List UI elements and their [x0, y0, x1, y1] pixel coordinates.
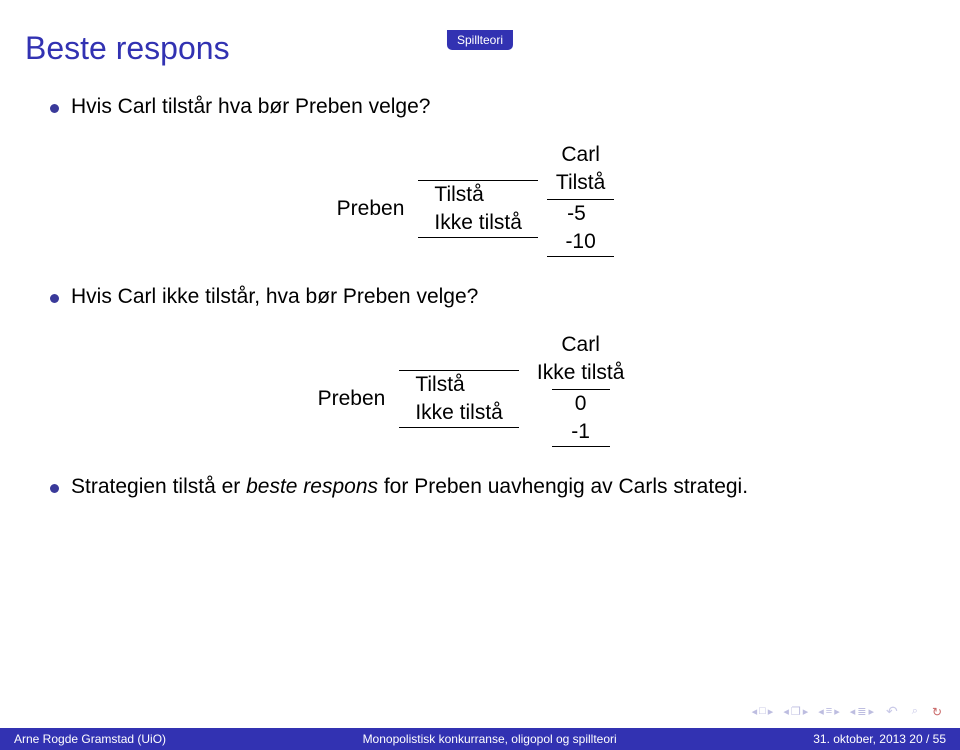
nav-back-icon[interactable]: ↶ — [886, 703, 898, 720]
game-table-2: Preben Tilstå Ikke tilstå Carl Ikke tils… — [50, 333, 910, 447]
table1-cell-1: -5 — [547, 200, 605, 228]
bullet-1: Hvis Carl tilstår hva bør Preben velge? — [50, 95, 910, 119]
nav-slide-prev-icon[interactable]: ◂ — [850, 705, 856, 718]
footer-title: Monopolistisk konkurranse, oligopol og s… — [166, 732, 813, 746]
nav-refresh-icon[interactable]: ↻ — [932, 705, 942, 719]
table2-cell-1: 0 — [552, 390, 610, 418]
bullet-icon — [50, 104, 59, 113]
bullet-3: Strategien tilstå er beste respons for P… — [50, 475, 910, 499]
nav-sec-next-icon[interactable]: ▸ — [834, 705, 840, 718]
nav-frame-next-icon[interactable]: ▸ — [768, 705, 774, 718]
game-table-1: Preben Tilstå Ikke tilstå Carl Tilstå -5… — [50, 143, 910, 257]
table1-col-header: Tilstå — [538, 169, 623, 199]
table2-cell-2: -1 — [552, 418, 610, 446]
footer: Arne Rogde Gramstad (UiO) Monopolistisk … — [0, 728, 960, 750]
preben-label: Preben — [318, 387, 386, 411]
bullet-1-text: Hvis Carl tilstår hva bør Preben velge? — [71, 95, 430, 119]
section-tab: Spillteori — [447, 30, 513, 50]
content-area: Hvis Carl tilstår hva bør Preben velge? … — [50, 95, 910, 499]
footer-page: 31. oktober, 2013 20 / 55 — [813, 732, 946, 746]
nav-sub-doc-icon[interactable]: ❐ — [791, 705, 801, 718]
table2-col-header: Ikke tilstå — [519, 359, 643, 389]
table2-row2-label: Ikke tilstå — [399, 399, 519, 427]
nav-sec-prev-icon[interactable]: ◂ — [818, 705, 824, 718]
bullet-3-part1: Strategien tilstå er — [71, 475, 246, 498]
nav-slide-next-icon[interactable]: ▸ — [869, 705, 875, 718]
table1-cell-2: -10 — [547, 228, 613, 256]
nav-slide-lines-icon[interactable]: ≣ — [857, 705, 866, 718]
bullet-3-part2: for Preben uavhengig av Carls strategi. — [378, 475, 748, 498]
nav-search-icon[interactable]: ⌕ — [912, 705, 918, 718]
carl-label: Carl — [561, 143, 600, 167]
nav-section-group: ◂ ≡ ▸ — [818, 705, 839, 718]
bullet-3-italic: beste respons — [246, 475, 378, 498]
nav-frame-group: ◂ □ ▸ — [752, 705, 774, 718]
table2-row1-label: Tilstå — [399, 371, 519, 399]
nav-sec-lines-icon[interactable]: ≡ — [826, 705, 832, 718]
nav-frame-prev-icon[interactable]: ◂ — [752, 705, 758, 718]
bullet-2: Hvis Carl ikke tilstår, hva bør Preben v… — [50, 285, 910, 309]
bullet-icon — [50, 484, 59, 493]
nav-subframe-group: ◂ ❐ ▸ — [783, 705, 808, 718]
nav-slide-group: ◂ ≣ ▸ — [850, 705, 874, 718]
nav-sub-prev-icon[interactable]: ◂ — [783, 705, 789, 718]
carl-label: Carl — [561, 333, 600, 357]
table1-row1-label: Tilstå — [418, 181, 538, 209]
footer-author: Arne Rogde Gramstad (UiO) — [14, 732, 166, 746]
nav-sub-next-icon[interactable]: ▸ — [803, 705, 809, 718]
bullet-icon — [50, 294, 59, 303]
nav-frame-box-icon[interactable]: □ — [759, 705, 766, 718]
nav-controls: ◂ □ ▸ ◂ ❐ ▸ ◂ ≡ ▸ ◂ ≣ ▸ ↶ ⌕ ↻ — [752, 703, 942, 720]
table1-row2-label: Ikke tilstå — [418, 209, 538, 237]
preben-label: Preben — [337, 197, 405, 221]
bullet-2-text: Hvis Carl ikke tilstår, hva bør Preben v… — [71, 285, 478, 309]
bullet-3-text: Strategien tilstå er beste respons for P… — [71, 475, 748, 499]
